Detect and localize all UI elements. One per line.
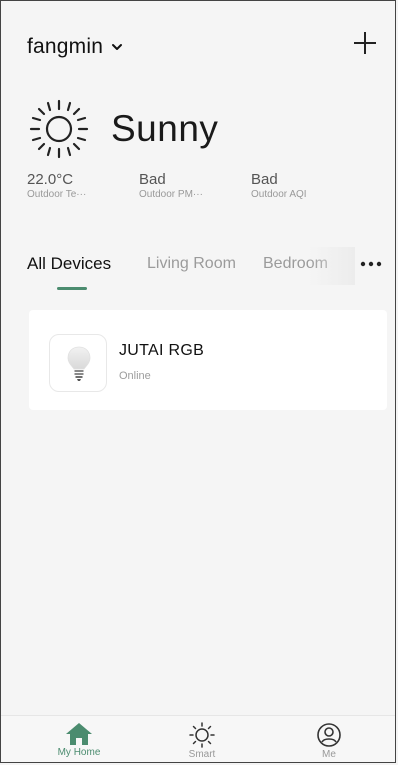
user-icon [317, 723, 341, 747]
device-thumbnail [49, 334, 107, 392]
bulb-icon [67, 346, 91, 381]
app-screen: fangmin Sunny 22.0°C Outdoor Te··· Bad O… [0, 0, 396, 763]
more-icon[interactable] [359, 259, 383, 269]
metric-value: Bad [251, 171, 278, 188]
metric-pm: Bad Outdoor PM··· [139, 171, 251, 200]
device-status: Online [119, 370, 151, 382]
tab-all-devices[interactable]: All Devices [27, 254, 111, 274]
nav-me[interactable]: Me [289, 716, 369, 762]
add-device-button[interactable] [351, 29, 379, 57]
weather-panel[interactable]: Sunny 22.0°C Outdoor Te··· Bad Outdoor P… [27, 97, 377, 200]
sun-icon [29, 99, 89, 159]
home-icon [66, 723, 92, 745]
metric-value: Bad [139, 171, 166, 188]
home-selector[interactable]: fangmin [27, 35, 123, 59]
metric-label: Outdoor Te··· [27, 189, 87, 200]
metric-aqi: Bad Outdoor AQI [251, 171, 363, 200]
metric-temperature: 22.0°C Outdoor Te··· [27, 171, 139, 200]
device-name: JUTAI RGB [119, 342, 205, 359]
metric-value: 22.0°C [27, 171, 74, 188]
room-tabs: All Devices Living Room Bedroom [1, 245, 395, 301]
header: fangmin [1, 1, 395, 91]
metric-label: Outdoor PM··· [139, 189, 203, 200]
weather-metrics: 22.0°C Outdoor Te··· Bad Outdoor PM··· B… [27, 171, 377, 200]
nav-my-home[interactable]: My Home [39, 716, 119, 762]
tab-living-room[interactable]: Living Room [147, 255, 236, 273]
active-tab-indicator [57, 287, 87, 290]
nav-label: My Home [57, 747, 101, 758]
smart-sun-icon [189, 722, 215, 748]
bottom-nav: My Home Smart Me [1, 715, 395, 762]
metric-label: Outdoor AQI [251, 189, 307, 200]
nav-label: Me [322, 749, 336, 760]
home-name: fangmin [27, 35, 104, 58]
tab-fade [309, 247, 355, 285]
chevron-down-icon [112, 44, 123, 50]
device-card[interactable]: JUTAI RGB Online [29, 310, 387, 410]
nav-smart[interactable]: Smart [162, 716, 242, 762]
nav-label: Smart [188, 749, 216, 760]
weather-condition: Sunny [111, 108, 219, 149]
